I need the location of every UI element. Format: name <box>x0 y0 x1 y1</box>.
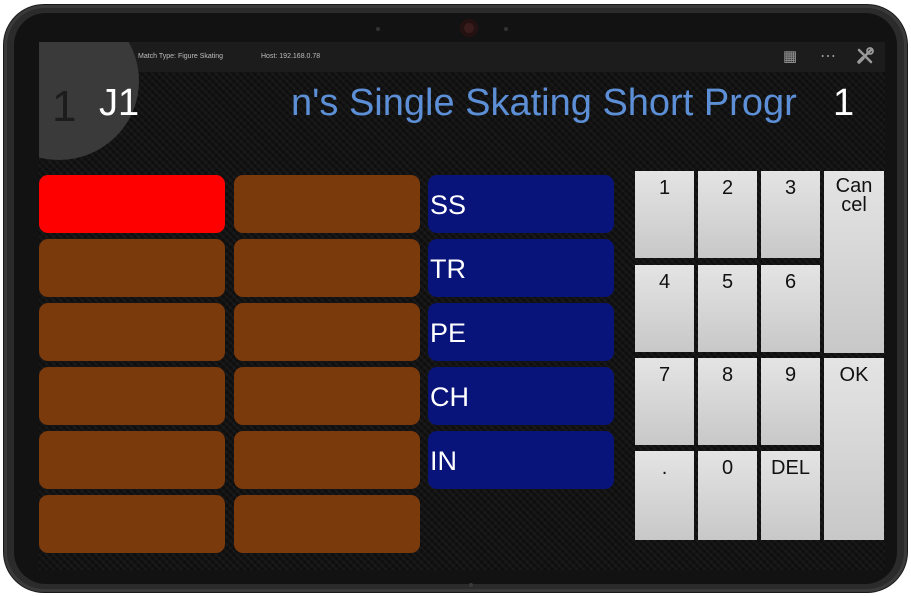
app-screen: ((ı)) Match Type: Figure Skating Host: 1… <box>39 42 885 570</box>
component-button-pe[interactable]: PE <box>428 303 614 361</box>
key-0[interactable]: 0 <box>698 451 757 540</box>
key-2[interactable]: 2 <box>698 171 757 258</box>
judge-label: J1 <box>99 82 140 124</box>
front-camera <box>460 19 478 37</box>
status-bar: ((ı)) Match Type: Figure Skating Host: 1… <box>39 42 885 72</box>
key-4[interactable]: 4 <box>635 265 694 352</box>
component-button-ss[interactable]: SS <box>428 175 614 233</box>
tools-icon[interactable] <box>856 47 874 69</box>
sensor-dot <box>504 27 508 31</box>
key-5[interactable]: 5 <box>698 265 757 352</box>
key-9[interactable]: 9 <box>761 358 820 445</box>
ok-button[interactable]: OK <box>824 358 884 540</box>
key-1[interactable]: 1 <box>635 171 694 258</box>
score-slot[interactable] <box>234 239 420 297</box>
score-slot[interactable] <box>39 495 225 553</box>
film-icon[interactable]: ▦ <box>783 47 797 65</box>
key-decimal[interactable]: . <box>635 451 694 540</box>
component-button-tr[interactable]: TR <box>428 239 614 297</box>
bottom-sensor-dot <box>469 583 473 587</box>
score-slot[interactable] <box>234 495 420 553</box>
score-slot[interactable] <box>39 367 225 425</box>
key-6[interactable]: 6 <box>761 265 820 352</box>
host-label: Host: 192.168.0.78 <box>261 53 321 60</box>
competitor-number: 1 <box>833 82 855 124</box>
score-slot[interactable] <box>39 239 225 297</box>
score-slot[interactable] <box>234 303 420 361</box>
cancel-label-line2: cel <box>841 194 867 216</box>
cancel-button[interactable]: Can cel <box>824 171 884 353</box>
corner-number: 1 <box>52 82 77 131</box>
score-slot[interactable] <box>234 367 420 425</box>
key-8[interactable]: 8 <box>698 358 757 445</box>
sensor-dot <box>376 27 380 31</box>
score-slot[interactable] <box>39 431 225 489</box>
match-type-label: Match Type: Figure Skating <box>138 53 224 60</box>
score-slot[interactable] <box>234 175 420 233</box>
delete-button[interactable]: DEL <box>761 451 820 540</box>
score-slot[interactable] <box>39 303 225 361</box>
key-3[interactable]: 3 <box>761 171 820 258</box>
score-slot-active[interactable] <box>39 175 225 233</box>
score-slot[interactable] <box>234 431 420 489</box>
program-title: n's Single Skating Short Progr <box>291 82 797 124</box>
component-button-ch[interactable]: CH <box>428 367 614 425</box>
more-dots-icon[interactable]: ⋯ <box>820 46 837 66</box>
key-7[interactable]: 7 <box>635 358 694 445</box>
component-button-in[interactable]: IN <box>428 431 614 489</box>
